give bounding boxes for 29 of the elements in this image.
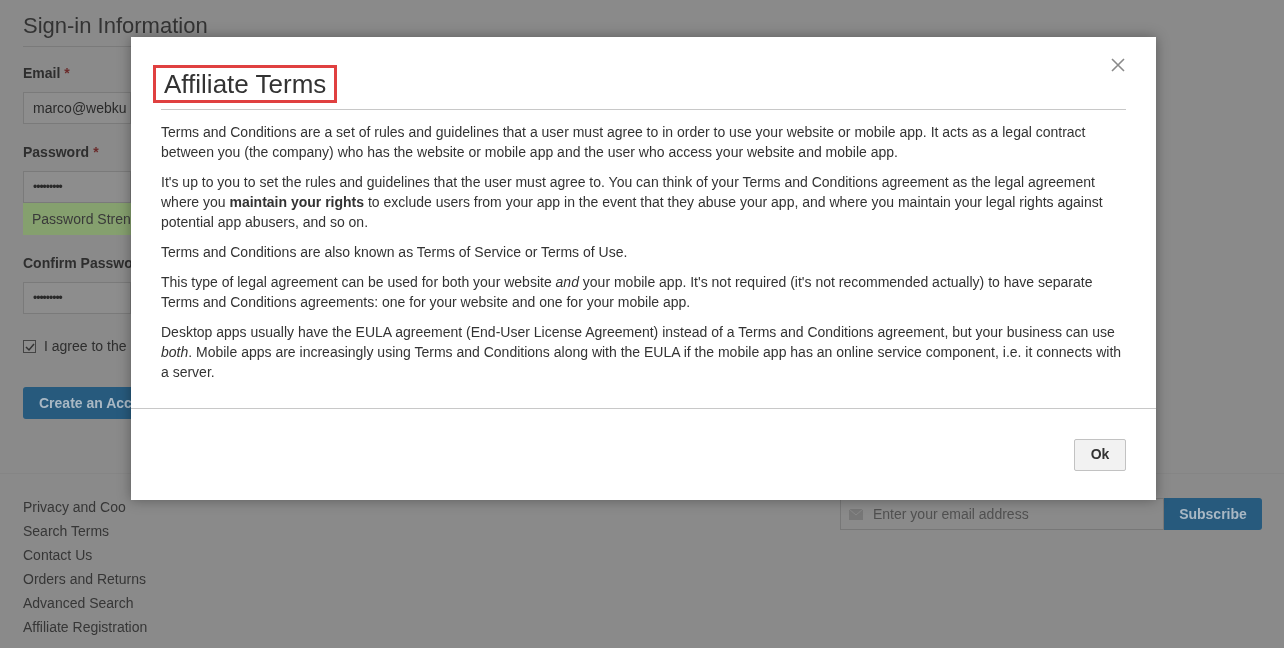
password-strength-bar: Password Stren	[23, 203, 131, 235]
checkbox[interactable]	[23, 340, 36, 353]
footer-link[interactable]: Contact Us	[23, 546, 148, 564]
field-label: Password	[23, 143, 90, 162]
footer-link[interactable]: Affiliate Registration	[23, 618, 148, 636]
check-icon	[24, 341, 35, 352]
field-label: Confirm Passwo	[23, 254, 133, 273]
create-account-button[interactable]: Create an Acc	[23, 387, 131, 419]
modal-title: Affiliate Terms	[153, 65, 338, 103]
terms-paragraph: Terms and Conditions are also known as Terms of Service or Terms of Use.	[161, 243, 629, 262]
field-label: Email	[23, 64, 61, 83]
section-title: Sign-in Information	[23, 12, 208, 40]
footer-link[interactable]: Orders and Returns	[23, 570, 148, 588]
input-field[interactable]: •••••••••	[23, 171, 131, 203]
required-mark: *	[93, 143, 99, 162]
terms-paragraph: Terms and Conditions are a set of rules and guidelines that a user must agree to in order to use your website or mobile app. It acts as a legal contract between you (the company) who has the website or mobile app and the user who access your website and mobile app.	[161, 123, 1087, 162]
close-icon[interactable]	[1110, 57, 1126, 73]
ok-button[interactable]: Ok	[1074, 438, 1126, 471]
footer-link[interactable]: Advanced Search	[23, 594, 148, 612]
input-field[interactable]: •••••••••	[23, 282, 131, 314]
agree-label: I agree to the	[44, 337, 127, 356]
terms-paragraph: Desktop apps usually have the EULA agreement (End-User License Agreement) instead of a Terms and Conditions agreement, but your business can use both. Mobile apps are increasingly using Terms and Conditions along with the EULA if the mobile app has an online service component, i.e. it connects with a server.	[161, 323, 1123, 382]
subscribe-button[interactable]: Subscribe	[1164, 498, 1262, 530]
terms-paragraph: It's up to you to set the rules and guidelines that the user must agree to. You can think of your Terms and Conditions agreement as the legal agreement where you maintain your rights to exclude users from your app in the event that they abuse your app, and where you maintain your legal rights against potential app abusers, and so on.	[161, 173, 1104, 232]
input-field[interactable]: marco@webku	[23, 92, 131, 124]
footer-link[interactable]: Privacy and Coo	[23, 498, 148, 516]
terms-paragraph: This type of legal agreement can be used for both your website and your mobile app. It's not required (it's not recommended actually) to have separate Terms and Conditions agreements: one for your website and one for your mobile app.	[161, 273, 1094, 312]
required-mark: *	[64, 64, 70, 83]
footer-link[interactable]: Search Terms	[23, 522, 148, 540]
